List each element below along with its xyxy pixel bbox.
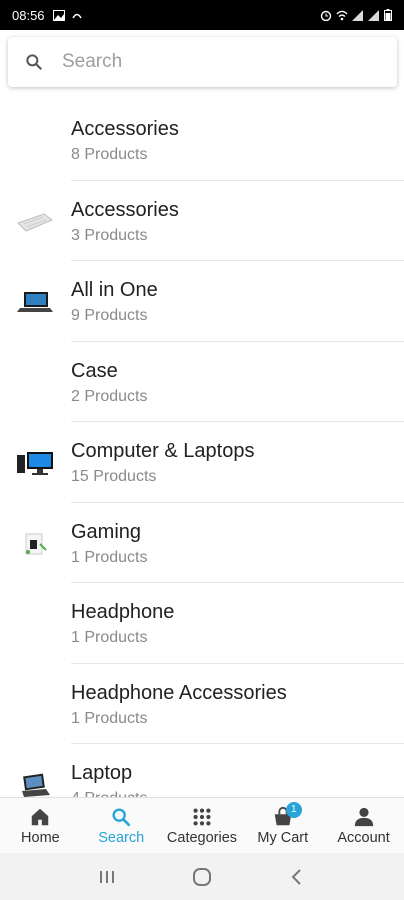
category-item-all-in-one[interactable]: All in One 9 Products bbox=[0, 261, 404, 342]
nav-my-cart-label: My Cart bbox=[257, 829, 309, 846]
home-icon bbox=[32, 808, 49, 825]
category-name: Laptop bbox=[71, 762, 133, 784]
category-item-case[interactable]: Case 2 Products bbox=[0, 342, 404, 422]
recent-apps-button[interactable] bbox=[95, 865, 119, 889]
battery-icon bbox=[384, 9, 392, 21]
alarm-icon bbox=[320, 10, 332, 21]
category-count: 4 Products bbox=[71, 788, 147, 797]
keyboard-thumbnail bbox=[14, 207, 56, 237]
category-item-accessories-2[interactable]: Accessories 3 Products bbox=[0, 181, 404, 261]
laptop2-thumbnail bbox=[14, 770, 56, 797]
category-count: 9 Products bbox=[71, 307, 148, 324]
nav-categories[interactable]: Categories bbox=[162, 798, 243, 853]
category-count: 15 Products bbox=[71, 468, 157, 485]
back-button[interactable] bbox=[285, 865, 309, 889]
nav-account-label: Account bbox=[337, 829, 390, 846]
category-count: 1 Products bbox=[71, 629, 148, 646]
category-item-gaming[interactable]: Gaming 1 Products bbox=[0, 503, 404, 583]
search-icon bbox=[26, 54, 42, 70]
category-item-headphone[interactable]: Headphone 1 Products bbox=[0, 583, 404, 664]
signal-icon bbox=[368, 9, 379, 21]
category-item-computer-laptops[interactable]: Computer & Laptops 15 Products bbox=[0, 422, 404, 503]
search-icon bbox=[112, 807, 131, 826]
category-count: 3 Products bbox=[71, 226, 148, 244]
person-icon bbox=[354, 807, 373, 826]
nav-account[interactable]: Account bbox=[323, 798, 404, 853]
home-button[interactable] bbox=[190, 865, 214, 889]
category-name: Accessories bbox=[71, 118, 179, 140]
category-count: 1 Products bbox=[71, 548, 148, 566]
nav-categories-label: Categories bbox=[166, 829, 238, 846]
nav-home-label: Home bbox=[21, 829, 60, 846]
category-item-headphone-accessories[interactable]: Headphone Accessories 1 Products bbox=[0, 664, 404, 744]
category-count: 1 Products bbox=[71, 709, 148, 727]
desktop-thumbnail bbox=[14, 448, 56, 478]
category-item-laptop[interactable]: Laptop 4 Products bbox=[0, 744, 404, 797]
status-bar: 08:56 bbox=[0, 0, 404, 30]
category-name: Headphone Accessories bbox=[71, 681, 287, 704]
laptop-thumbnail bbox=[14, 287, 56, 317]
cart-badge: 1 bbox=[285, 801, 302, 818]
category-name: Computer & Laptops bbox=[71, 440, 255, 462]
category-name: Accessories bbox=[71, 198, 179, 221]
category-list[interactable]: Accessories 8 Products Accessories 3 Pro… bbox=[0, 100, 404, 797]
bottom-navigation: Home Search Categories 1 My Cart Account bbox=[0, 797, 404, 853]
back-icon bbox=[291, 868, 301, 885]
nav-home[interactable]: Home bbox=[0, 798, 81, 853]
wifi-icon bbox=[336, 10, 348, 20]
category-name: All in One bbox=[71, 279, 158, 301]
category-count: 8 Products bbox=[71, 146, 148, 163]
status-time: 08:56 bbox=[12, 7, 45, 23]
signal-icon bbox=[352, 9, 363, 21]
nav-search[interactable]: Search bbox=[81, 798, 162, 853]
image-icon bbox=[52, 9, 65, 21]
category-name: Headphone bbox=[71, 601, 175, 623]
nav-search-label: Search bbox=[98, 829, 145, 846]
search-bar[interactable] bbox=[8, 37, 397, 87]
category-count: 2 Products bbox=[71, 387, 148, 405]
recent-apps-icon bbox=[100, 870, 115, 883]
category-name: Gaming bbox=[71, 520, 142, 543]
home-circle-icon bbox=[192, 867, 211, 886]
link-icon bbox=[71, 13, 82, 18]
cart-icon-wrap: 1 bbox=[272, 801, 302, 828]
nav-my-cart[interactable]: 1 My Cart bbox=[242, 798, 323, 853]
category-item-accessories[interactable]: Accessories 8 Products bbox=[0, 100, 404, 181]
system-navigation-bar bbox=[0, 853, 404, 900]
grid-icon bbox=[193, 807, 211, 826]
category-name: Case bbox=[71, 359, 118, 382]
gaming-thumbnail bbox=[14, 529, 56, 559]
search-input[interactable] bbox=[62, 51, 362, 73]
